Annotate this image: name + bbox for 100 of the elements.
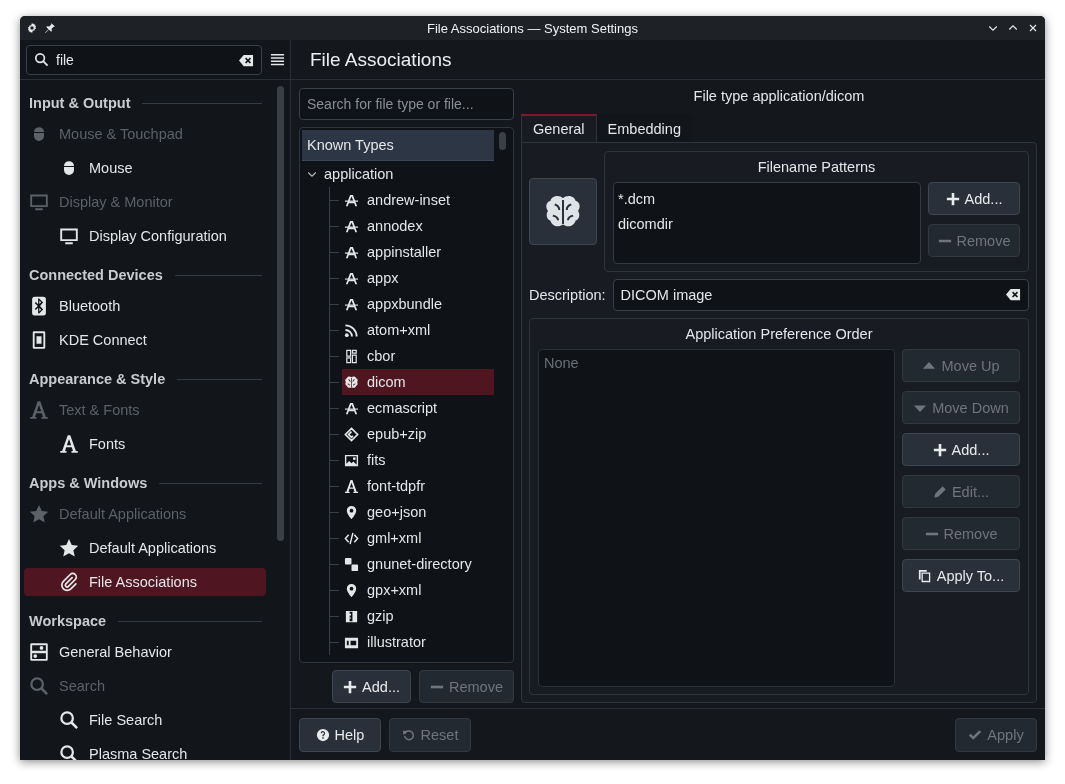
tree-item[interactable]: application [302,161,494,187]
tree-item[interactable]: annodex [342,213,494,239]
star-icon [29,504,49,524]
search-icon [29,676,49,696]
font-icon [344,270,359,286]
footer-button[interactable]: Help [299,717,381,752]
search-icon [34,51,49,67]
pattern-button[interactable]: Add... [928,182,1020,215]
field-label: Description: [529,287,606,303]
plus-icon [343,679,358,694]
sidebar-item[interactable]: File Search [24,706,266,734]
monitor-icon [59,226,79,246]
section-heading: Appearance & Style [29,371,166,387]
section-heading: Input & Output [29,95,131,111]
sidebar-item[interactable]: Plasma Search [24,740,266,760]
archive-icon [344,608,359,624]
tree-button[interactable]: Add... [332,670,411,703]
tree-item[interactable]: appxbundle [342,291,494,317]
sidebar-item[interactable]: KDE Connect [24,326,266,354]
pencil-icon [932,484,947,499]
sidebar-item[interactable]: File Associations [24,568,266,596]
help-icon [315,727,330,742]
preference-button[interactable]: Add... [902,433,1020,466]
check-icon [968,727,983,742]
plus-icon [932,442,947,457]
star-icon [59,538,79,558]
font-icon [344,244,359,260]
tree-item[interactable]: appinstaller [342,239,494,265]
list-item[interactable]: *.dcm [618,186,916,211]
tree-item[interactable]: ecmascript [342,395,494,421]
diamond-icon [344,426,359,442]
undo-icon [401,727,416,742]
image-icon [344,452,359,468]
toggles-icon [29,642,49,662]
blocks-icon [344,348,359,364]
font-icon [59,434,79,454]
tree-item[interactable]: atom+xml [342,317,494,343]
sidebar-item[interactable]: Fonts [24,430,266,458]
code-icon [344,530,359,546]
section-heading: Connected Devices [29,267,163,283]
scrollbar[interactable] [277,86,284,541]
tree-item[interactable]: dicom [342,369,494,395]
group-title: Filename Patterns [756,158,877,177]
monitor-icon [29,192,49,212]
location-pin-icon [344,504,359,520]
column-header: Known Types [302,130,494,161]
tree-item[interactable]: geo+json [342,499,494,525]
rss-icon [344,322,359,338]
sidebar-item[interactable]: Default Applications [24,534,266,562]
tree-item[interactable]: gml+xml [342,525,494,551]
bluetooth-icon [29,296,49,316]
sidebar-item[interactable]: Bluetooth [24,292,266,320]
squares-icon [344,556,359,572]
search-icon [59,744,79,760]
group-title: Application Preference Order [684,325,874,344]
pin-icon[interactable] [44,22,56,34]
close-icon[interactable] [1027,22,1039,34]
plus-icon [945,191,960,206]
empty-text: None [544,355,580,371]
description-field[interactable]: DICOM image [612,279,1029,311]
window-title: File Associations — System Settings [426,20,639,36]
font-icon [344,218,359,234]
font-icon [344,296,359,312]
type-title: File type application/dicom [692,88,866,106]
sidebar-item[interactable]: Mouse [24,154,266,182]
tab[interactable]: General [521,114,597,142]
tree-item[interactable]: gnunet-directory [342,551,494,577]
preference-button[interactable]: Apply To... [902,559,1020,592]
tree-item[interactable]: epub+zip [342,421,494,447]
section-heading: Workspace [29,613,107,629]
tree-item[interactable]: font-tdpfr [342,473,494,499]
brain-icon [344,374,359,390]
tree-item[interactable]: illustrator [342,629,494,655]
copy-icon [917,568,932,583]
section-heading: Apps & Windows [29,475,148,491]
scrollbar[interactable] [499,132,506,150]
tree-item[interactable]: appx [342,265,494,291]
list-item[interactable]: dicomdir [618,211,916,236]
sidebar-item[interactable]: Display Configuration [24,222,266,250]
font-icon [29,400,49,420]
font-icon [344,400,359,416]
search-icon [59,710,79,730]
menu-icon[interactable] [270,52,285,67]
paperclip-icon [59,572,79,592]
search-field[interactable]: file [26,44,262,75]
tree-item[interactable]: gpx+xml [342,577,494,603]
location-pin-icon [344,582,359,598]
clear-icon[interactable] [1006,287,1021,302]
icon-button[interactable] [529,178,597,245]
sidebar-item[interactable]: General Behavior [24,638,266,666]
tree-item[interactable]: cbor [342,343,494,369]
clear-icon[interactable] [239,52,254,68]
tree-item[interactable]: andrew-inset [342,187,494,213]
font-icon [344,192,359,208]
settings-icon[interactable] [26,22,38,34]
page-title: File Associations [291,40,1045,80]
search-field[interactable]: Search for file type or file... [299,88,514,120]
tree-item[interactable]: fits [342,447,494,473]
font-icon [344,478,359,494]
tree-item[interactable]: gzip [342,603,494,629]
